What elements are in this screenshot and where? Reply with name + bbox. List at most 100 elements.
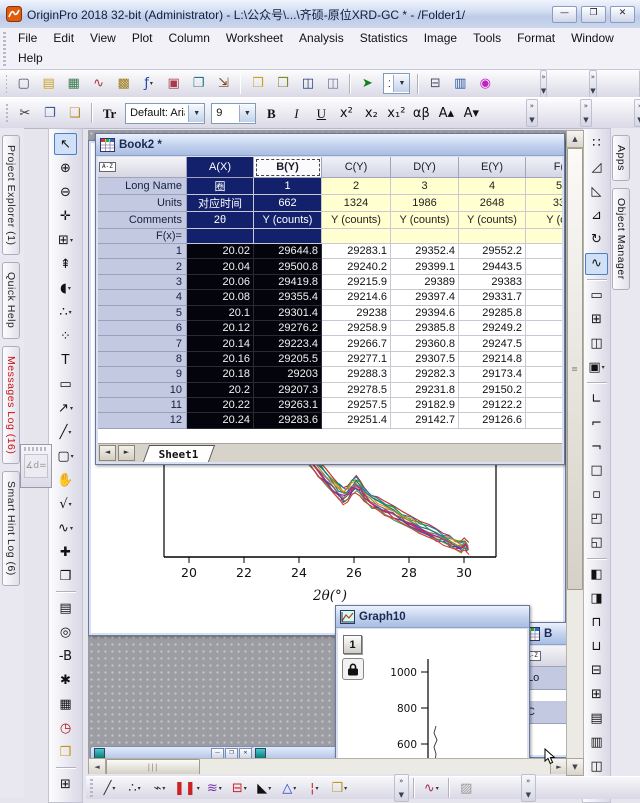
dropdown-arrow-icon[interactable]: ▾ xyxy=(436,785,439,792)
align-top[interactable]: ⊓ xyxy=(585,612,608,634)
header-cell[interactable]: Y (counts) xyxy=(254,212,322,229)
header-cell[interactable]: Y (counts) xyxy=(459,212,526,229)
print[interactable]: ⊟ xyxy=(424,72,447,95)
worksheet-cell[interactable]: 29383 xyxy=(459,275,526,290)
axis-frame-tl[interactable]: ◰ xyxy=(585,508,608,530)
uniform-height[interactable]: ▥ xyxy=(585,731,608,753)
worksheet-cell[interactable]: 29223.4 xyxy=(254,336,322,351)
header-cell[interactable] xyxy=(322,229,391,244)
header-cell[interactable] xyxy=(459,229,526,244)
worksheet-cell[interactable]: 29399.1 xyxy=(391,259,459,274)
worksheet-cell[interactable]: 29283.1 xyxy=(322,244,391,259)
header-cell[interactable]: 3 xyxy=(391,178,459,195)
graph-anim-tool[interactable]: ∿ xyxy=(585,253,608,275)
worksheet-cell[interactable]: 29500.8 xyxy=(254,259,322,274)
worksheet-cell[interactable]: 29238 xyxy=(322,306,391,321)
new-workbook[interactable]: ▦ xyxy=(62,72,85,95)
worksheet-cell[interactable]: 20.16 xyxy=(187,352,254,367)
line-tool[interactable]: ╱▾ xyxy=(54,421,77,443)
row-header[interactable]: 1 xyxy=(98,244,187,259)
worksheet-cell[interactable]: 29215.9 xyxy=(322,275,391,290)
row-header[interactable]: 6 xyxy=(98,321,187,336)
cut[interactable]: ✂ xyxy=(13,102,36,125)
dock-tab-apps[interactable]: Apps xyxy=(612,135,630,181)
worksheet-cell[interactable]: 292 xyxy=(526,336,562,351)
insert-graph-tool[interactable]: ∿▾ xyxy=(54,517,77,539)
swap-objects[interactable]: ◫ xyxy=(585,755,608,777)
worksheet-cell[interactable]: 29360.8 xyxy=(391,336,459,351)
worksheet-cell[interactable]: 29307.5 xyxy=(391,352,459,367)
decrease-font[interactable]: A▾ xyxy=(460,102,483,125)
toolbar-grip[interactable] xyxy=(90,779,93,797)
worksheet-cell[interactable]: 29240.2 xyxy=(322,259,391,274)
worksheet-cell[interactable]: 29301.4 xyxy=(254,306,322,321)
palette-grip[interactable] xyxy=(24,447,48,451)
copy-graph[interactable]: ❐ xyxy=(187,72,210,95)
worksheet-cell[interactable]: 29419.8 xyxy=(254,275,322,290)
scroll-left-icon[interactable]: ◄ xyxy=(88,758,106,774)
worksheet-cell[interactable]: 20.06 xyxy=(187,275,254,290)
sheet-next-icon[interactable]: ► xyxy=(118,445,135,461)
axis-frame-open[interactable]: ▫ xyxy=(585,484,608,506)
save-project[interactable]: ◫ xyxy=(296,72,319,95)
worksheet-cell[interactable]: 293 xyxy=(526,259,562,274)
increase-font[interactable]: A▴ xyxy=(435,102,458,125)
stock-plot[interactable]: ¦▾ xyxy=(303,777,326,800)
worksheet-cell[interactable]: 29258.9 xyxy=(322,321,391,336)
worksheet-cell[interactable]: 29282.3 xyxy=(391,367,459,382)
character-format-icon[interactable]: Tr xyxy=(98,102,121,125)
menu-view[interactable]: View xyxy=(82,29,124,47)
axis-frame-box[interactable]: □ xyxy=(585,460,608,482)
italic[interactable]: I xyxy=(285,102,308,125)
toolbar-overflow[interactable]: »▼ xyxy=(580,99,592,127)
menu-grip[interactable] xyxy=(3,32,6,66)
toolbar-overflow[interactable]: »▼ xyxy=(540,70,547,98)
menu-edit[interactable]: Edit xyxy=(45,29,82,47)
axis-frame-bl[interactable]: ◱ xyxy=(585,532,608,554)
column-plot[interactable]: ❚❚▾ xyxy=(173,777,201,800)
worksheet-cell[interactable]: 29173.4 xyxy=(459,367,526,382)
worksheet-cell[interactable]: 29207.3 xyxy=(254,383,322,398)
row-label[interactable]: Long Name xyxy=(98,178,187,195)
worksheet-cell[interactable]: 29277.1 xyxy=(322,352,391,367)
box-plot[interactable]: ⊟▾ xyxy=(228,777,251,800)
header-cell[interactable]: 2 xyxy=(322,178,391,195)
col-header-cy[interactable]: C(Y) xyxy=(322,157,391,178)
worksheet-cell[interactable]: 29231.8 xyxy=(391,383,459,398)
align-right[interactable]: ◨ xyxy=(585,588,608,610)
scatter-plot[interactable]: ∴▾ xyxy=(123,777,146,800)
distribute-horizontal[interactable]: ⊟ xyxy=(585,659,608,681)
workspace-hscrollbar[interactable]: ◄ ||| ► xyxy=(88,758,566,774)
shape-tool[interactable]: ▢▾ xyxy=(54,445,77,467)
worksheet-cell[interactable]: 29182.9 xyxy=(391,398,459,413)
worksheet-cell[interactable]: 29126.6 xyxy=(459,413,526,428)
pattern-tool[interactable]: ▤ xyxy=(54,597,77,619)
new-layout[interactable]: ▣ xyxy=(162,72,185,95)
header-cell[interactable]: Y (counts) xyxy=(322,212,391,229)
font-combo[interactable]: Default: Arial ▼ xyxy=(125,103,205,124)
sheet-prev-icon[interactable]: ◄ xyxy=(99,445,116,461)
dropdown-arrow-icon[interactable]: ▾ xyxy=(602,364,605,371)
header-cell[interactable]: Y (co xyxy=(526,212,562,229)
workspace-vscrollbar[interactable]: ▲ ≡ ▼ xyxy=(566,130,582,774)
dropdown-arrow-icon[interactable]: ▾ xyxy=(162,785,165,792)
worksheet-cell[interactable]: 29247.5 xyxy=(459,336,526,351)
new-2d-scatter[interactable]: ∷ xyxy=(585,133,608,155)
menu-statistics[interactable]: Statistics xyxy=(352,29,416,47)
worksheet-cell[interactable]: 29331.7 xyxy=(459,290,526,305)
new-function-plot[interactable]: ƒ▾ xyxy=(137,72,160,95)
header-cell[interactable]: Y (counts) xyxy=(391,212,459,229)
restore-button[interactable]: ❐ xyxy=(581,6,606,23)
dock-tab-smart-hint-log-6-[interactable]: Smart Hint Log (6) xyxy=(2,471,20,586)
worksheet-cell[interactable]: 29142.7 xyxy=(391,413,459,428)
align-bottom[interactable]: ⊔ xyxy=(585,635,608,657)
snap-tool[interactable]: ✱ xyxy=(54,669,77,691)
row-header[interactable]: 3 xyxy=(98,275,187,290)
row-header[interactable]: 5 xyxy=(98,306,187,321)
worksheet-cell[interactable]: 29150.2 xyxy=(459,383,526,398)
sub-superscript[interactable]: x₁² xyxy=(385,102,408,125)
mask-range-tool[interactable]: ◖▾ xyxy=(54,277,77,299)
dock-tab-messages-log-16-[interactable]: Messages Log (16) xyxy=(2,346,20,464)
bold[interactable]: B xyxy=(260,102,283,125)
draw-data-tool[interactable]: ∴▾ xyxy=(54,301,77,323)
